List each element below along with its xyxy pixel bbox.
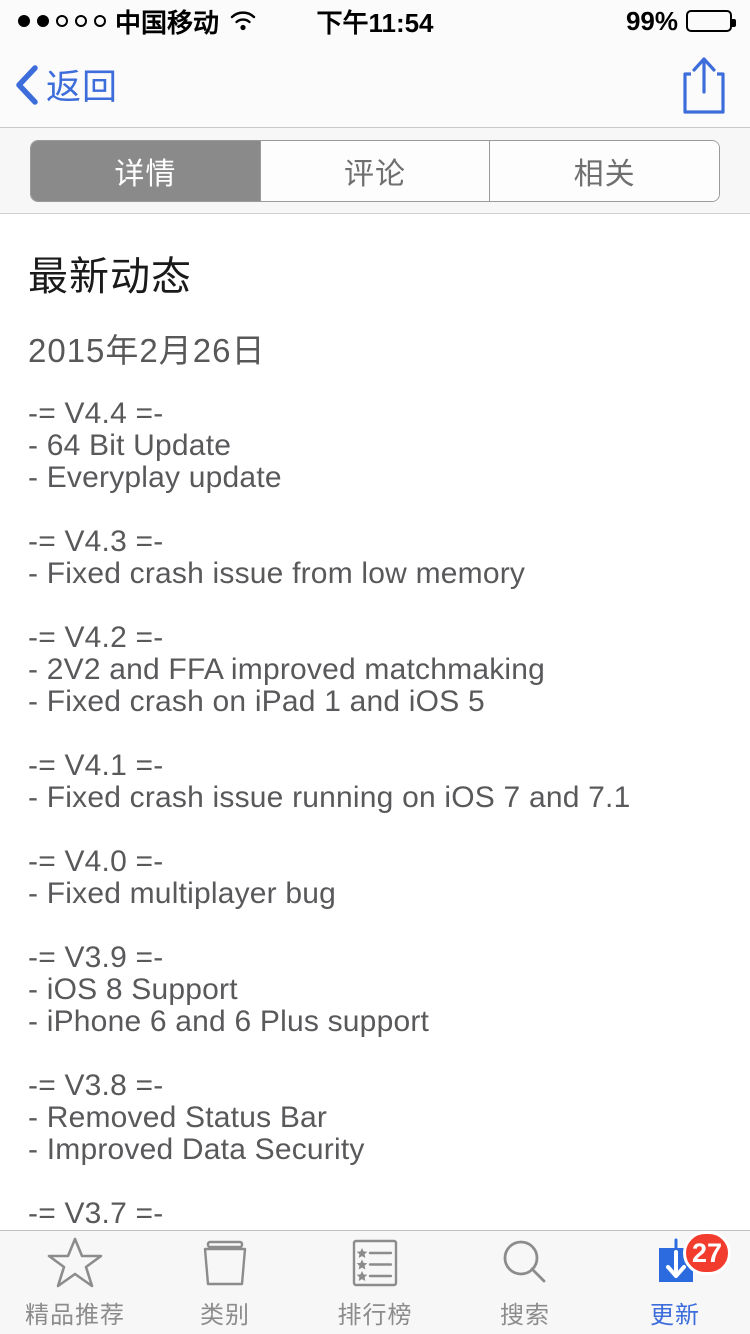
tab-details[interactable]: 详情 [31,140,261,201]
back-button-label: 返回 [46,68,119,107]
share-button[interactable] [678,54,730,116]
download-arrow-icon: 27 [647,1231,731,1291]
back-button[interactable]: 返回 [14,59,118,110]
tab-bar: 精品推荐 类别 排行榜 搜索 27 更新 [0,1230,750,1334]
tab-related-label: 相关 [573,157,636,191]
tab-reviews[interactable]: 评论 [260,140,491,201]
signal-dot [37,15,49,27]
signal-dot [56,15,68,27]
tab-bar-label-featured: 精品推荐 [25,1302,125,1329]
signal-dot [75,15,87,27]
segmented-control[interactable]: 详情 评论 相关 [30,139,720,202]
status-bar: 中国移动 下午11:54 99% [0,0,750,42]
status-bar-left: 中国移动 [18,3,256,40]
carrier-name: 中国移动 [115,7,220,38]
wifi-icon [230,11,256,31]
tab-bar-item-featured[interactable]: 精品推荐 [0,1231,150,1334]
signal-dot [18,15,30,27]
release-date: 2015年2月26日 [28,332,266,369]
categories-box-icon [197,1235,253,1291]
tab-reviews-label: 评论 [344,157,406,191]
tab-related[interactable]: 相关 [490,140,719,201]
tab-bar-label-categories: 类别 [200,1302,250,1329]
clock: 下午11:54 [316,7,434,38]
tab-details-label: 详情 [114,157,177,191]
tab-bar-item-search[interactable]: 搜索 [450,1231,600,1334]
battery-percentage: 99% [625,5,678,36]
updates-badge: 27 [682,1231,731,1275]
tab-bar-item-charts[interactable]: 排行榜 [300,1231,450,1334]
status-bar-right: 99% [625,5,736,37]
app-screen: 中国移动 下午11:54 99% 返回 详情 评论 相关 最新动态 2015年2… [0,0,750,1334]
star-icon [47,1235,103,1291]
signal-dot [94,15,106,27]
tab-bar-label-charts: 排行榜 [337,1302,413,1329]
tab-bar-item-updates[interactable]: 27 更新 [600,1231,750,1334]
release-notes: -= V4.4 =- - 64 Bit Update - Everyplay u… [28,397,631,1231]
tab-bar-item-categories[interactable]: 类别 [150,1231,300,1334]
tab-bar-label-search: 搜索 [500,1302,550,1329]
tab-bar-label-updates: 更新 [650,1302,700,1329]
navigation-bar: 返回 [0,42,750,128]
details-content[interactable]: 最新动态 2015年2月26日 -= V4.4 =- - 64 Bit Upda… [0,214,750,1230]
charts-list-icon [347,1235,403,1291]
whats-new-heading: 最新动态 [28,255,192,299]
chevron-left-icon [14,64,40,106]
search-icon [497,1235,553,1291]
share-icon [678,56,730,120]
segmented-control-container: 详情 评论 相关 [0,128,750,214]
battery-icon [686,10,736,32]
signal-strength-dots [18,15,106,27]
